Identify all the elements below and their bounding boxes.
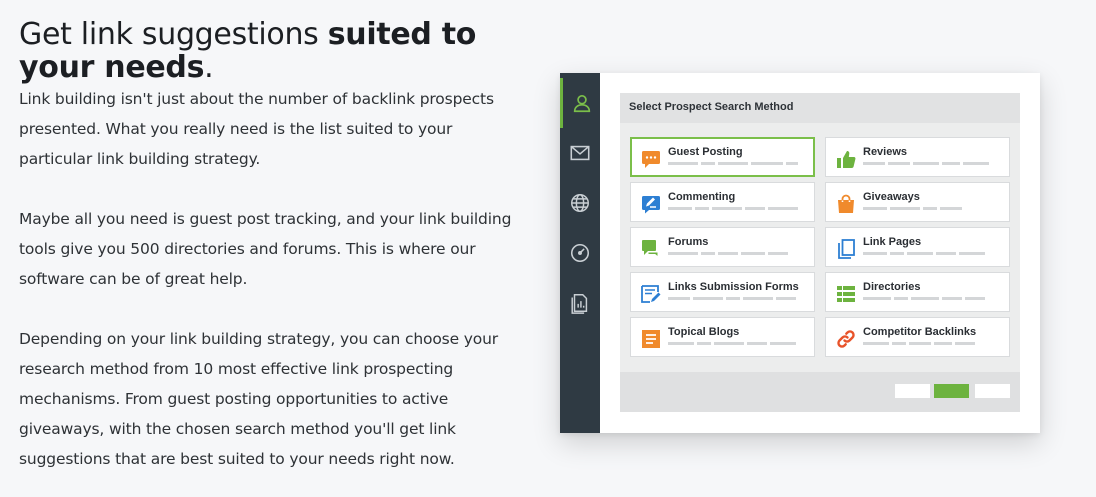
placeholder-lines: [668, 252, 788, 256]
paragraph-1: Link building isn't just about the numbe…: [19, 90, 494, 168]
user-icon: [573, 95, 590, 113]
method-label: Link Pages: [863, 236, 922, 248]
placeholder-lines: [863, 342, 975, 346]
search-method-panel: Select Prospect Search Method Guest Post…: [620, 93, 1020, 412]
app-screenshot: Select Prospect Search Method Guest Post…: [560, 73, 1040, 433]
placeholder-lines: [668, 342, 796, 346]
sidebar-item-mail[interactable]: [560, 128, 600, 178]
method-topical-blogs[interactable]: Topical Blogs: [630, 317, 815, 357]
method-label: Giveaways: [863, 191, 920, 203]
method-label: Competitor Backlinks: [863, 326, 977, 338]
placeholder-lines: [668, 162, 798, 166]
pages-icon: [838, 239, 855, 259]
paragraph-3: Depending on your link building strategy…: [19, 330, 499, 468]
intro-section: Get link suggestions suited to your need…: [19, 18, 519, 474]
gauge-icon: [570, 243, 590, 263]
placeholder-lines: [863, 207, 962, 211]
sidebar-item-globe[interactable]: [560, 178, 600, 228]
headline-normal: Get link suggestions: [19, 17, 328, 52]
method-reviews[interactable]: Reviews: [825, 137, 1010, 177]
back-button[interactable]: [895, 384, 930, 398]
document-icon: [642, 330, 660, 348]
sidebar-rail: [560, 73, 600, 433]
sidebar-item-reports[interactable]: [560, 278, 600, 328]
report-icon: [571, 294, 588, 314]
forum-icon: [642, 240, 659, 259]
thumbs-up-icon: [837, 151, 856, 168]
placeholder-lines: [863, 297, 985, 301]
globe-icon: [571, 194, 589, 212]
headline-end: .: [204, 50, 214, 85]
method-commenting[interactable]: Commenting: [630, 182, 815, 222]
mail-icon: [570, 145, 590, 161]
list-grid-icon: [837, 286, 855, 302]
method-label: Commenting: [668, 191, 736, 203]
page-headline: Get link suggestions suited to your need…: [19, 18, 519, 84]
form-edit-icon: [641, 285, 661, 303]
cancel-button[interactable]: [975, 384, 1010, 398]
placeholder-lines: [668, 297, 796, 301]
comment-pen-icon: [642, 196, 660, 214]
method-label: Guest Posting: [668, 146, 743, 158]
method-label: Directories: [863, 281, 921, 293]
method-label: Forums: [668, 236, 709, 248]
sidebar-item-users[interactable]: [560, 78, 600, 128]
method-label: Links Submission Forms: [668, 281, 799, 293]
method-link-pages[interactable]: Link Pages: [825, 227, 1010, 267]
method-guest-posting[interactable]: Guest Posting: [630, 137, 815, 177]
link-chain-icon: [837, 330, 855, 348]
next-button[interactable]: [934, 384, 969, 398]
placeholder-lines: [863, 252, 985, 256]
panel-title: Select Prospect Search Method: [620, 93, 1020, 123]
sidebar-item-gauge[interactable]: [560, 228, 600, 278]
placeholder-lines: [668, 207, 798, 211]
paragraph-2: Maybe all you need is guest post trackin…: [19, 210, 512, 288]
panel-footer: [620, 372, 1020, 412]
method-label: Reviews: [863, 146, 908, 158]
method-competitor-backlinks[interactable]: Competitor Backlinks: [825, 317, 1010, 357]
shopping-bag-icon: [838, 194, 854, 213]
method-forums[interactable]: Forums: [630, 227, 815, 267]
method-directories[interactable]: Directories: [825, 272, 1010, 312]
chat-bubble-icon: [642, 151, 660, 168]
placeholder-lines: [863, 162, 989, 166]
method-label: Topical Blogs: [668, 326, 740, 338]
method-links-submission-forms[interactable]: Links Submission Forms: [630, 272, 815, 312]
method-giveaways[interactable]: Giveaways: [825, 182, 1010, 222]
